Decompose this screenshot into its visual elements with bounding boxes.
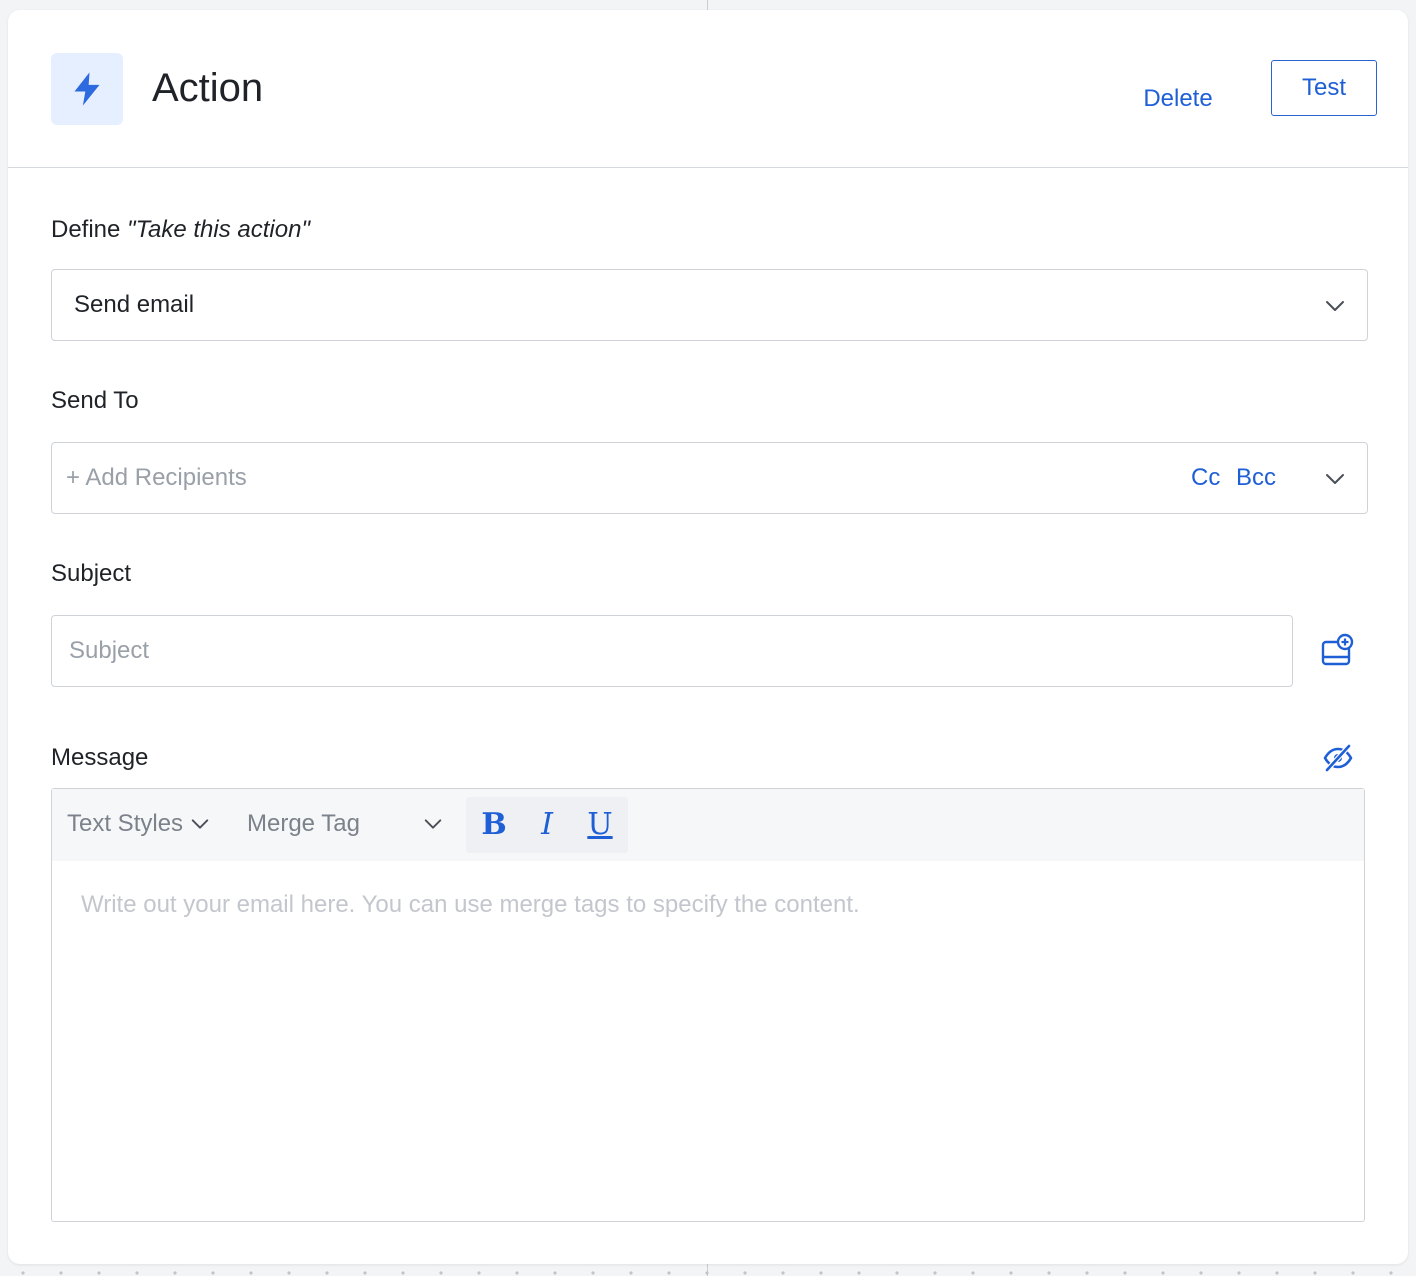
action-type-select[interactable]: Send email	[51, 269, 1368, 341]
insert-merge-tag-icon[interactable]	[1320, 633, 1356, 669]
action-icon-tile	[51, 53, 123, 125]
delete-button[interactable]: Delete	[1126, 70, 1230, 128]
merge-tag-dropdown[interactable]: Merge Tag	[247, 809, 360, 839]
background-dots	[0, 1266, 1416, 1276]
message-body-input[interactable]: Write out your email here. You can use m…	[81, 889, 1331, 921]
eye-off-icon[interactable]	[1322, 742, 1354, 774]
define-label-emphasis: "Take this action"	[127, 216, 310, 243]
send-to-label: Send To	[51, 387, 139, 414]
message-label: Message	[51, 744, 149, 771]
chevron-down-icon[interactable]	[189, 813, 211, 835]
add-recipients-placeholder[interactable]: + Add Recipients	[66, 463, 247, 493]
bcc-link[interactable]: Bcc	[1236, 463, 1276, 493]
format-button-group: B I U	[466, 797, 628, 853]
panel-header: Action Delete Test	[8, 10, 1408, 168]
chevron-down-icon[interactable]	[422, 813, 444, 835]
define-label: Define "Take this action"	[51, 215, 310, 245]
page-title: Action	[152, 66, 264, 110]
lightning-bolt-icon	[74, 72, 100, 106]
bold-button[interactable]: B	[468, 797, 520, 853]
editor-toolbar: Text Styles Merge Tag B I U	[52, 789, 1364, 861]
chevron-down-icon[interactable]	[1323, 467, 1347, 491]
message-editor: Text Styles Merge Tag B I U Write out yo…	[51, 788, 1365, 1222]
action-panel: Action Delete Test Define "Take this act…	[8, 10, 1408, 1264]
chevron-down-icon	[1326, 301, 1344, 311]
action-type-value: Send email	[74, 291, 195, 318]
text-styles-dropdown[interactable]: Text Styles	[67, 809, 183, 839]
subject-label: Subject	[51, 560, 132, 587]
define-label-prefix: Define	[51, 216, 128, 243]
italic-button[interactable]: I	[521, 797, 573, 853]
recipients-field[interactable]: + Add Recipients Cc Bcc	[51, 442, 1368, 514]
cc-link[interactable]: Cc	[1191, 463, 1220, 493]
test-button[interactable]: Test	[1271, 60, 1377, 116]
subject-input[interactable]	[51, 615, 1293, 687]
underline-button[interactable]: U	[574, 797, 626, 853]
